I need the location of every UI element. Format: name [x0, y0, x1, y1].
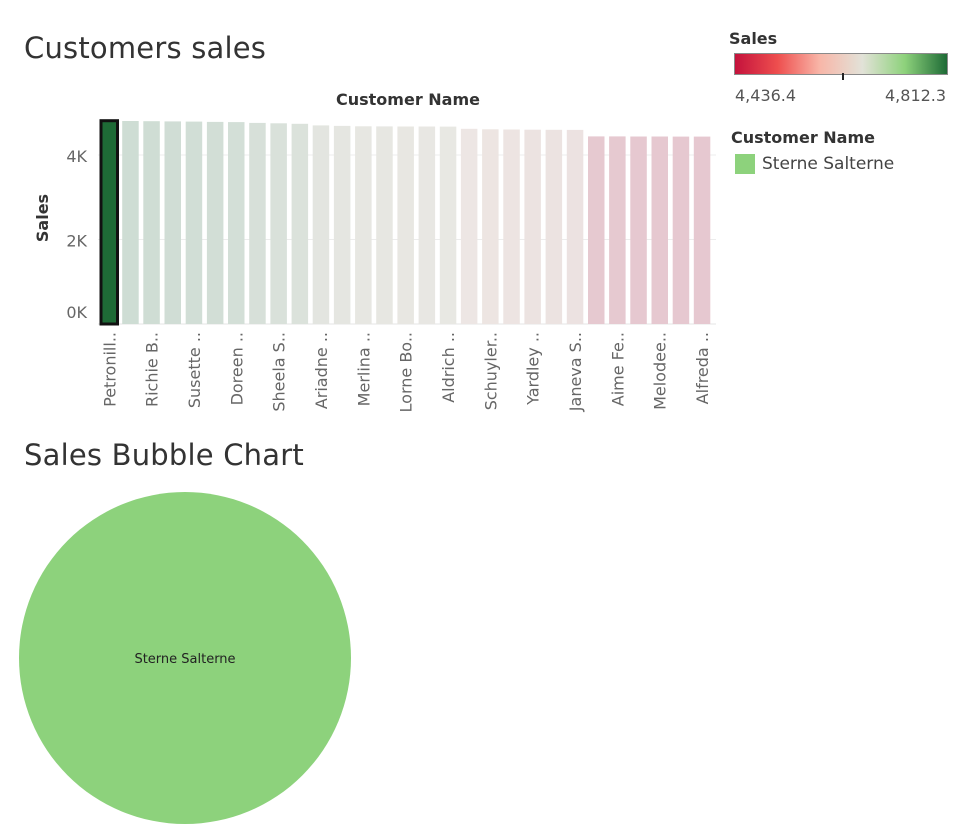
- bubble-chart-title: Sales Bubble Chart: [24, 438, 304, 472]
- x-tick-label: Yardley ..: [524, 332, 543, 406]
- y-tick-label: 4K: [66, 147, 87, 166]
- x-tick-label: Aime Fe..: [608, 332, 627, 406]
- bars: [99, 119, 711, 326]
- x-tick-label: Susette ..: [185, 332, 204, 408]
- bar[interactable]: [122, 121, 139, 324]
- bar[interactable]: [418, 126, 436, 325]
- sales-legend-min: 4,436.4: [735, 86, 797, 105]
- bar[interactable]: [588, 136, 605, 324]
- bar[interactable]: [376, 126, 393, 325]
- x-tick-label: Petronill..: [100, 332, 119, 407]
- x-tick-label: Richie B..: [143, 332, 162, 407]
- bar[interactable]: [99, 119, 119, 326]
- y-axis-ticks: 0K 2K 4K: [66, 147, 87, 322]
- x-tick-label: Lorne Bo..: [397, 332, 416, 412]
- bar[interactable]: [164, 121, 182, 325]
- x-axis-ticks: Petronill.. Richie B.. Susette .. Doreen ..…: [100, 332, 712, 412]
- sales-color-gradient[interactable]: [734, 53, 948, 75]
- bar[interactable]: [651, 136, 669, 325]
- bar[interactable]: [545, 129, 563, 324]
- x-tick-label: Janeva S..: [566, 332, 585, 412]
- x-tick-label: Doreen ..: [227, 332, 246, 405]
- customer-legend-item[interactable]: Sterne Salterne: [762, 154, 894, 174]
- x-axis-title: Customer Name: [336, 90, 480, 109]
- bar[interactable]: [693, 136, 711, 324]
- y-axis-title: Sales: [33, 194, 52, 242]
- bar[interactable]: [291, 123, 309, 324]
- sales-legend-title: Sales: [729, 29, 778, 48]
- bar[interactable]: [672, 136, 690, 324]
- bar[interactable]: [270, 123, 287, 324]
- bar[interactable]: [312, 125, 330, 325]
- x-tick-label: Alfreda ..: [693, 332, 712, 404]
- x-tick-label: Merlina ..: [354, 332, 373, 406]
- bar[interactable]: [333, 125, 351, 325]
- bar[interactable]: [355, 126, 372, 324]
- bar[interactable]: [206, 121, 224, 325]
- bar[interactable]: [439, 126, 457, 324]
- x-tick-label: Sheela S..: [270, 332, 289, 412]
- bar[interactable]: [566, 129, 584, 324]
- bar[interactable]: [524, 129, 541, 324]
- x-tick-label: Melodee..: [651, 332, 670, 410]
- x-tick-label: Aldrich ..: [439, 332, 458, 403]
- bar[interactable]: [143, 121, 160, 324]
- customer-legend-swatch[interactable]: [735, 154, 755, 174]
- bubble-label: Sterne Salterne: [134, 652, 235, 667]
- bar[interactable]: [228, 122, 245, 324]
- customer-legend-title: Customer Name: [731, 128, 875, 147]
- bar[interactable]: [397, 126, 414, 325]
- bar[interactable]: [609, 136, 626, 324]
- bubble-chart: Sterne Salterne: [19, 492, 351, 824]
- x-tick-label: Ariadne ..: [312, 332, 331, 409]
- y-tick-label: 2K: [66, 232, 87, 251]
- bar[interactable]: [503, 129, 520, 325]
- bar[interactable]: [630, 136, 647, 325]
- bar[interactable]: [249, 122, 266, 325]
- sales-legend-max: 4,812.3: [885, 86, 947, 105]
- bar-chart: 0K 2K 4K Petronill.. Richie B.. Susette .. Do…: [19, 90, 716, 824]
- y-tick-label: 0K: [66, 303, 87, 322]
- gradient-marker: [842, 73, 844, 80]
- x-tick-label: Schuyler..: [481, 332, 500, 410]
- bar[interactable]: [185, 121, 203, 324]
- bar[interactable]: [460, 128, 478, 324]
- bar[interactable]: [482, 129, 499, 324]
